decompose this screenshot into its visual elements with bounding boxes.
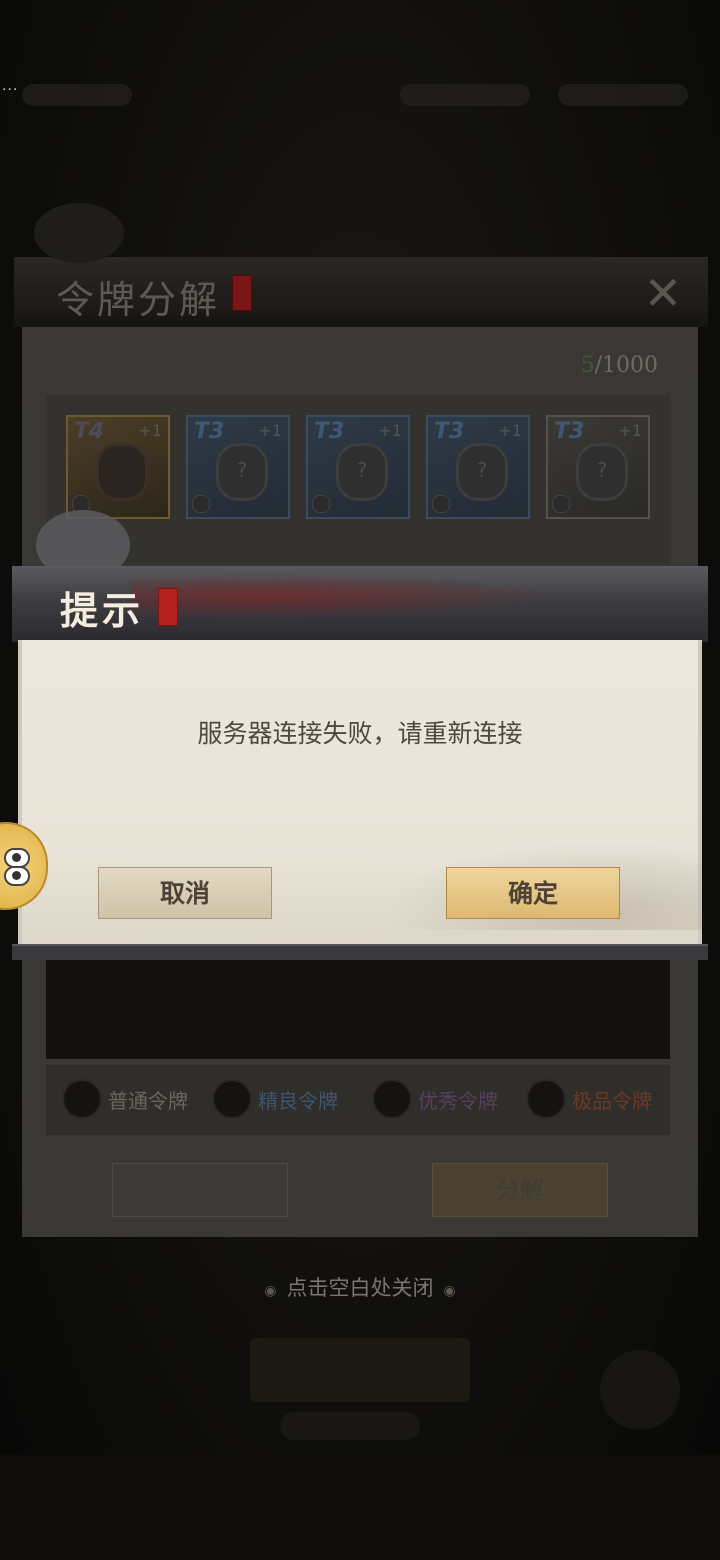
- decompose-button[interactable]: 分解: [432, 1163, 608, 1217]
- mystery-token-icon: ?: [456, 443, 508, 501]
- checkbox-icon[interactable]: [526, 1079, 566, 1119]
- confirm-button[interactable]: 确定: [446, 867, 620, 919]
- token-slot-2[interactable]: T3 +1 ?: [186, 415, 290, 519]
- cancel-button[interactable]: 取消: [98, 867, 272, 919]
- panel-header: 令牌分解 ✕: [14, 203, 708, 327]
- token-level: +1: [138, 421, 162, 440]
- token-level: +1: [498, 421, 522, 440]
- filter-label: 普通令牌: [108, 1089, 188, 1113]
- hint-ornament-left-icon: ◉: [264, 1283, 277, 1299]
- token-type-badge-icon: [312, 495, 330, 513]
- panel-cancel-button[interactable]: 取消: [112, 1163, 288, 1217]
- mystery-token-icon: ?: [576, 443, 628, 501]
- prompt-dialog: 提示 服务器连接失败，请重新连接 取消 确定: [12, 510, 708, 960]
- counter-current: 5: [580, 353, 595, 378]
- top-bar-blurred-label: [22, 84, 132, 106]
- close-hint-label: 点击空白处关闭: [286, 1276, 434, 1300]
- top-bar-blurred-currency: [400, 84, 530, 106]
- token-counter: 5/1000: [581, 353, 658, 378]
- selection-strip: [46, 957, 670, 1059]
- token-type-badge-icon: [432, 495, 450, 513]
- top-bar-blurred-currency-2: [558, 84, 688, 106]
- hint-ornament-right-icon: ◉: [443, 1283, 456, 1299]
- close-hint[interactable]: ◉ 点击空白处关闭 ◉: [0, 1272, 720, 1302]
- token-level: +1: [378, 421, 402, 440]
- token-level: +1: [618, 421, 642, 440]
- token-tier: T4: [74, 419, 105, 444]
- checkbox-icon[interactable]: [372, 1079, 412, 1119]
- token-art-icon: [96, 443, 148, 501]
- token-slot-5[interactable]: T3 +1 ?: [546, 415, 650, 519]
- mystery-token-icon: ?: [336, 443, 388, 501]
- ink-flower-decoration: [34, 203, 124, 263]
- token-level: +1: [258, 421, 282, 440]
- token-slot-4[interactable]: T3 +1 ?: [426, 415, 530, 519]
- eye-icon: [4, 866, 30, 886]
- token-type-badge-icon: [552, 495, 570, 513]
- bottom-blurred-label: [280, 1412, 420, 1440]
- top-left-text: ...: [2, 78, 19, 94]
- checkbox-icon[interactable]: [62, 1079, 102, 1119]
- token-slot-1[interactable]: T4 +1: [66, 415, 170, 519]
- filter-label: 极品令牌: [572, 1089, 652, 1113]
- token-tier: T3: [194, 419, 225, 444]
- bottom-blurred-icon: [600, 1350, 680, 1430]
- seal-icon: [232, 275, 252, 311]
- seal-icon: [158, 588, 178, 626]
- panel-title: 令牌分解: [56, 278, 221, 322]
- token-tier: T3: [554, 419, 585, 444]
- token-slot-3[interactable]: T3 +1 ?: [306, 415, 410, 519]
- dialog-bottom-frame: [12, 944, 708, 960]
- eye-icon: [4, 848, 30, 868]
- filter-label: 精良令牌: [258, 1089, 338, 1113]
- close-icon[interactable]: ✕: [638, 270, 688, 316]
- mystery-token-icon: ?: [216, 443, 268, 501]
- token-tier: T3: [314, 419, 345, 444]
- token-tier: T3: [434, 419, 465, 444]
- token-type-badge-icon: [192, 495, 210, 513]
- dialog-header: 提示: [12, 566, 708, 642]
- dialog-message: 服务器连接失败，请重新连接: [197, 719, 523, 748]
- counter-total: /1000: [594, 353, 658, 378]
- dialog-title: 提示: [60, 588, 145, 633]
- checkbox-icon[interactable]: [212, 1079, 252, 1119]
- bottom-blurred-button: [250, 1338, 470, 1402]
- filter-label: 优秀令牌: [418, 1089, 498, 1113]
- bottom-bar: [0, 1455, 720, 1560]
